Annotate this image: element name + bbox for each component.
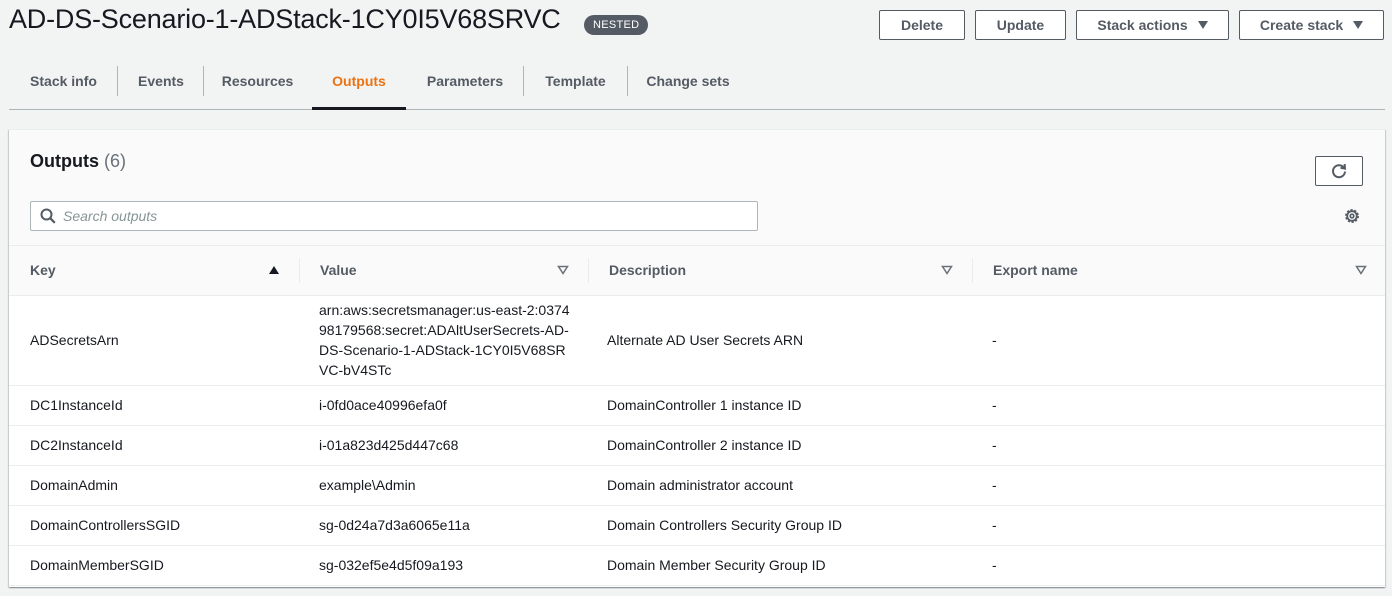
create-stack-label: Create stack xyxy=(1259,17,1344,33)
output-value: sg-0d24a7d3a6065e11a xyxy=(299,505,588,546)
sort-toggle-icon xyxy=(1355,265,1367,275)
nested-badge: NESTED xyxy=(584,15,649,35)
column-divider xyxy=(972,258,973,283)
stack-actions-button[interactable]: Stack actions xyxy=(1076,10,1229,40)
update-button[interactable]: Update xyxy=(975,10,1066,40)
output-value: example\Admin xyxy=(299,465,588,506)
column-export-label: Export name xyxy=(993,262,1078,279)
caret-down-icon xyxy=(1353,21,1364,29)
column-key-label: Key xyxy=(30,262,56,279)
tab-change-sets[interactable]: Change sets xyxy=(628,52,748,109)
column-value-label: Value xyxy=(320,262,357,279)
output-key: DC1InstanceId xyxy=(9,385,299,426)
stack-actions-label: Stack actions xyxy=(1097,17,1188,33)
table-row: DomainMemberSGID sg-032ef5e4d5f09a193 Do… xyxy=(9,545,1385,586)
update-button-label: Update xyxy=(996,17,1045,33)
output-description: DomainController 2 instance ID xyxy=(588,425,972,466)
outputs-title: Outputs xyxy=(30,151,99,171)
output-export-name: - xyxy=(972,465,1385,506)
column-header-value[interactable]: Value xyxy=(299,246,588,296)
table-row: DC2InstanceId i-01a823d425d447c68 Domain… xyxy=(9,425,1385,466)
tab-events[interactable]: Events xyxy=(118,52,204,109)
stack-title: AD-DS-Scenario-1-ADStack-1CY0I5V68SRVC xyxy=(9,4,561,34)
tab-parameters[interactable]: Parameters xyxy=(407,52,523,109)
outputs-panel-header: Outputs (6) xyxy=(9,130,1385,246)
output-export-name: - xyxy=(972,425,1385,466)
outputs-count: (6) xyxy=(104,151,127,171)
output-value: arn:aws:secretsmanager:us-east-2:0374981… xyxy=(299,295,588,386)
output-key: DC2InstanceId xyxy=(9,425,299,466)
output-key: DomainMemberSGID xyxy=(9,545,299,586)
caret-down-icon xyxy=(1197,21,1208,29)
column-header-export-name[interactable]: Export name xyxy=(972,246,1385,296)
tab-stack-info[interactable]: Stack info xyxy=(9,52,118,109)
output-key: DomainControllersSGID xyxy=(9,505,299,546)
tab-outputs[interactable]: Outputs xyxy=(312,52,406,110)
sort-ascending-icon xyxy=(269,266,279,274)
table-row: DC1InstanceId i-0fd0ace40996efa0f Domain… xyxy=(9,385,1385,426)
page-header: AD-DS-Scenario-1-ADStack-1CY0I5V68SRVC N… xyxy=(0,0,1392,52)
table-row: DomainControllersSGID sg-0d24a7d3a6065e1… xyxy=(9,505,1385,546)
output-description: Domain administrator account xyxy=(588,465,972,506)
output-value: i-01a823d425d447c68 xyxy=(299,425,588,466)
refresh-button[interactable] xyxy=(1315,156,1363,186)
table-header-row: Key Value Description Export name xyxy=(9,246,1385,296)
gear-icon[interactable] xyxy=(1343,207,1361,225)
outputs-heading: Outputs (6) xyxy=(30,151,126,172)
output-description: Domain Member Security Group ID xyxy=(588,545,972,586)
tab-bar: Stack info Events Resources Outputs Para… xyxy=(9,52,1385,110)
output-description: Domain Controllers Security Group ID xyxy=(588,505,972,546)
outputs-panel: Outputs (6) Key xyxy=(9,129,1385,587)
search-input[interactable] xyxy=(63,202,753,230)
sort-toggle-icon xyxy=(557,265,569,275)
table-row: DomainAdmin example\Admin Domain adminis… xyxy=(9,465,1385,506)
output-key: ADSecretsArn xyxy=(9,295,299,386)
column-header-description[interactable]: Description xyxy=(588,246,972,296)
output-export-name: - xyxy=(972,295,1385,386)
output-value: sg-032ef5e4d5f09a193 xyxy=(299,545,588,586)
search-icon xyxy=(40,208,56,224)
output-value: i-0fd0ace40996efa0f xyxy=(299,385,588,426)
output-description: Alternate AD User Secrets ARN xyxy=(588,295,972,386)
output-export-name: - xyxy=(972,385,1385,426)
column-header-key[interactable]: Key xyxy=(9,246,299,296)
search-box[interactable] xyxy=(30,201,758,231)
sort-toggle-icon xyxy=(941,265,953,275)
output-description: DomainController 1 instance ID xyxy=(588,385,972,426)
output-export-name: - xyxy=(972,545,1385,586)
tab-template[interactable]: Template xyxy=(524,52,627,109)
output-export-name: - xyxy=(972,505,1385,546)
refresh-icon xyxy=(1332,163,1347,179)
create-stack-button[interactable]: Create stack xyxy=(1239,10,1384,40)
delete-button[interactable]: Delete xyxy=(879,10,965,40)
column-divider xyxy=(588,258,589,283)
delete-button-label: Delete xyxy=(900,17,944,33)
column-divider xyxy=(299,258,300,283)
output-key: DomainAdmin xyxy=(9,465,299,506)
table-row: ADSecretsArn arn:aws:secretsmanager:us-e… xyxy=(9,295,1385,386)
outputs-table: Key Value Description Export name ADSecr… xyxy=(9,246,1385,586)
tab-resources[interactable]: Resources xyxy=(204,52,311,109)
column-description-label: Description xyxy=(609,262,687,279)
